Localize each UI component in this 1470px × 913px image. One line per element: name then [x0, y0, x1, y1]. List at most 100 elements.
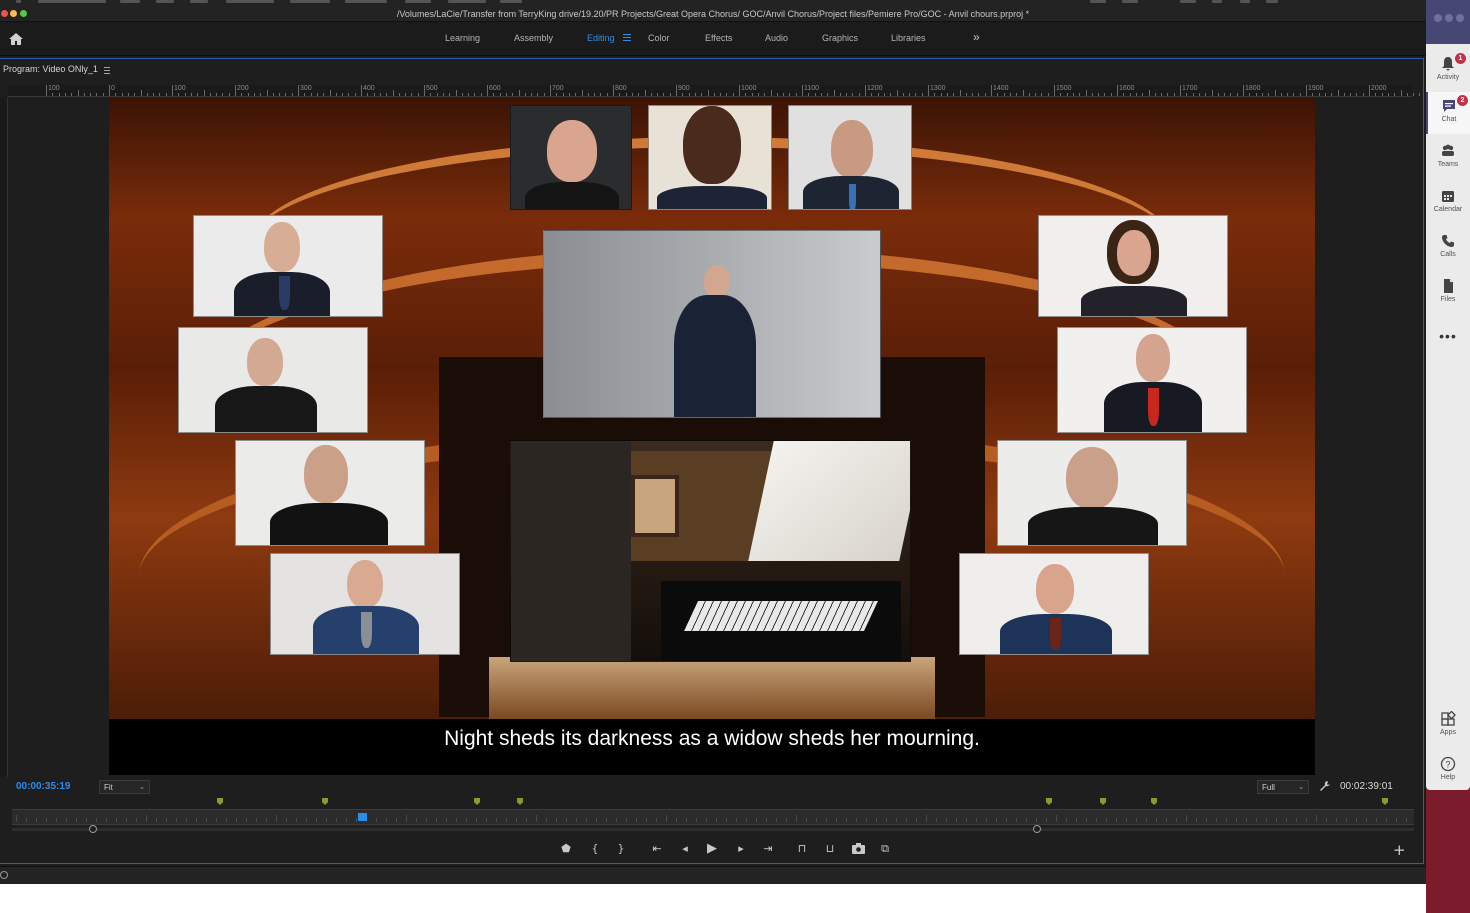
track-tick	[336, 818, 337, 822]
teams-rail-activity[interactable]: 1 Activity	[1426, 50, 1470, 92]
current-timecode[interactable]: 00:00:35:19	[16, 781, 70, 792]
home-icon[interactable]	[8, 31, 24, 47]
step-forward-icon[interactable]: ▸	[734, 842, 748, 856]
play-icon[interactable]: ▶	[705, 842, 719, 856]
ruler-label: 1200	[867, 85, 883, 92]
project-path: /Volumes/LaCie/Transfer from TerryKing d…	[396, 9, 1030, 19]
ruler-label: 1100	[804, 85, 820, 92]
teams-rail-apps[interactable]: Apps	[1426, 705, 1470, 747]
ruler-minor-tick	[203, 90, 205, 96]
singer-video-tile[interactable]	[1038, 215, 1228, 317]
button-editor-plus-icon[interactable]: +	[1393, 841, 1406, 859]
timeline-marker[interactable]	[1046, 798, 1052, 805]
panel-title[interactable]: Program: Video ONly_1	[3, 64, 98, 74]
track-tick	[576, 818, 577, 822]
timeline-marker[interactable]	[517, 798, 523, 805]
singer-video-tile[interactable]	[235, 440, 425, 546]
ruler-minor-tick	[688, 93, 690, 96]
singer-video-tile[interactable]	[959, 553, 1149, 655]
extract-icon[interactable]: ⊔	[823, 842, 837, 856]
track-tick	[1076, 818, 1077, 822]
lift-icon[interactable]: ⊓	[795, 842, 809, 856]
zoom-level-select[interactable]: Fit ⌄	[99, 780, 150, 794]
ruler-minor-tick	[392, 90, 394, 96]
ruler-major-tick	[865, 85, 866, 96]
ruler-minor-tick	[329, 90, 331, 96]
timeline-marker[interactable]	[1151, 798, 1157, 805]
teams-rail-teams[interactable]: Teams	[1426, 137, 1470, 179]
teams-titlebar	[1426, 0, 1470, 44]
teams-rail-help[interactable]: ? Help	[1426, 750, 1470, 792]
track-tick	[896, 818, 897, 822]
pianist-video-tile[interactable]	[510, 440, 911, 662]
ruler-minor-tick	[1274, 90, 1276, 96]
timeline-marker[interactable]	[322, 798, 328, 805]
ruler-minor-tick	[165, 93, 167, 96]
singer-video-tile[interactable]	[178, 327, 368, 433]
workspace-menu-icon[interactable]	[623, 34, 631, 42]
zoom-scroll-bar[interactable]	[12, 828, 1414, 831]
step-back-icon[interactable]: ◂	[678, 842, 692, 856]
mark-in-icon[interactable]: {	[588, 842, 602, 856]
track-tick	[216, 818, 217, 822]
timeline-marker[interactable]	[474, 798, 480, 805]
teams-rail-calendar[interactable]: Calendar	[1426, 182, 1470, 224]
teams-rail-calls[interactable]: Calls	[1426, 227, 1470, 269]
workspace-tab-editing[interactable]: Editing	[587, 33, 615, 43]
timeline-marker[interactable]	[1100, 798, 1106, 805]
teams-rail-chat[interactable]: 2 Chat	[1426, 92, 1470, 134]
workspace-tab-libraries[interactable]: Libraries	[891, 33, 926, 43]
workspace-tab-color[interactable]: Color	[648, 33, 670, 43]
workspace-tab-audio[interactable]: Audio	[765, 33, 788, 43]
vertical-ruler	[0, 97, 8, 777]
track-tick	[1306, 818, 1307, 822]
workspace-tab-graphics[interactable]: Graphics	[822, 33, 858, 43]
singer-video-tile[interactable]	[788, 105, 912, 210]
playback-resolution-select[interactable]: Full ⌄	[1257, 780, 1309, 794]
singer-video-tile[interactable]	[1057, 327, 1247, 433]
ruler-minor-tick	[190, 93, 192, 96]
singer-video-tile[interactable]	[270, 553, 460, 655]
singer-video-tile[interactable]	[193, 215, 383, 317]
ruler-major-tick	[550, 85, 551, 96]
conductor-video-tile[interactable]	[543, 230, 881, 418]
ruler-minor-tick	[1047, 93, 1049, 96]
workspace-tab-effects[interactable]: Effects	[705, 33, 732, 43]
track-tick	[326, 818, 327, 822]
ruler-minor-tick	[657, 93, 659, 96]
ruler-major-tick	[1369, 85, 1370, 96]
singer-video-tile[interactable]	[510, 105, 632, 210]
teams-rail-files[interactable]: Files	[1426, 272, 1470, 314]
ruler-minor-tick	[518, 90, 520, 96]
ruler-major-tick	[802, 85, 803, 96]
track-tick	[256, 818, 257, 822]
zoom-handle-right[interactable]	[1033, 825, 1041, 833]
time-ruler-track[interactable]	[12, 809, 1414, 825]
more-workspaces-icon[interactable]: »	[973, 30, 980, 44]
ruler-minor-tick	[1041, 93, 1043, 96]
ruler-label: 2000	[1371, 85, 1387, 92]
zoom-handle-left[interactable]	[89, 825, 97, 833]
add-marker-icon[interactable]: ⬟	[559, 842, 573, 856]
singer-video-tile[interactable]	[648, 105, 772, 210]
workspace-tab-learning[interactable]: Learning	[445, 33, 480, 43]
timeline-marker[interactable]	[217, 798, 223, 805]
compare-view-icon[interactable]: ⧉	[878, 842, 892, 856]
panel-menu-icon[interactable]	[104, 67, 110, 76]
timeline-marker[interactable]	[1382, 798, 1388, 805]
ruler-minor-tick	[814, 93, 816, 96]
program-video-frame[interactable]: Night sheds its darkness as a widow shed…	[109, 97, 1315, 775]
track-tick	[586, 818, 587, 822]
ruler-label: 0	[111, 85, 115, 92]
export-frame-camera-icon[interactable]	[852, 843, 865, 854]
ruler-minor-tick	[940, 93, 942, 96]
go-to-out-icon[interactable]: ⇥	[761, 842, 775, 856]
go-to-in-icon[interactable]: ⇤	[650, 842, 664, 856]
playhead[interactable]	[358, 813, 367, 821]
wrench-settings-icon[interactable]	[1319, 780, 1331, 792]
mark-out-icon[interactable]: }	[614, 842, 628, 856]
more-apps-ellipsis-icon[interactable]: •••	[1426, 328, 1470, 344]
singer-video-tile[interactable]	[997, 440, 1187, 546]
workspace-tab-assembly[interactable]: Assembly	[514, 33, 553, 43]
track-tick	[196, 818, 197, 822]
